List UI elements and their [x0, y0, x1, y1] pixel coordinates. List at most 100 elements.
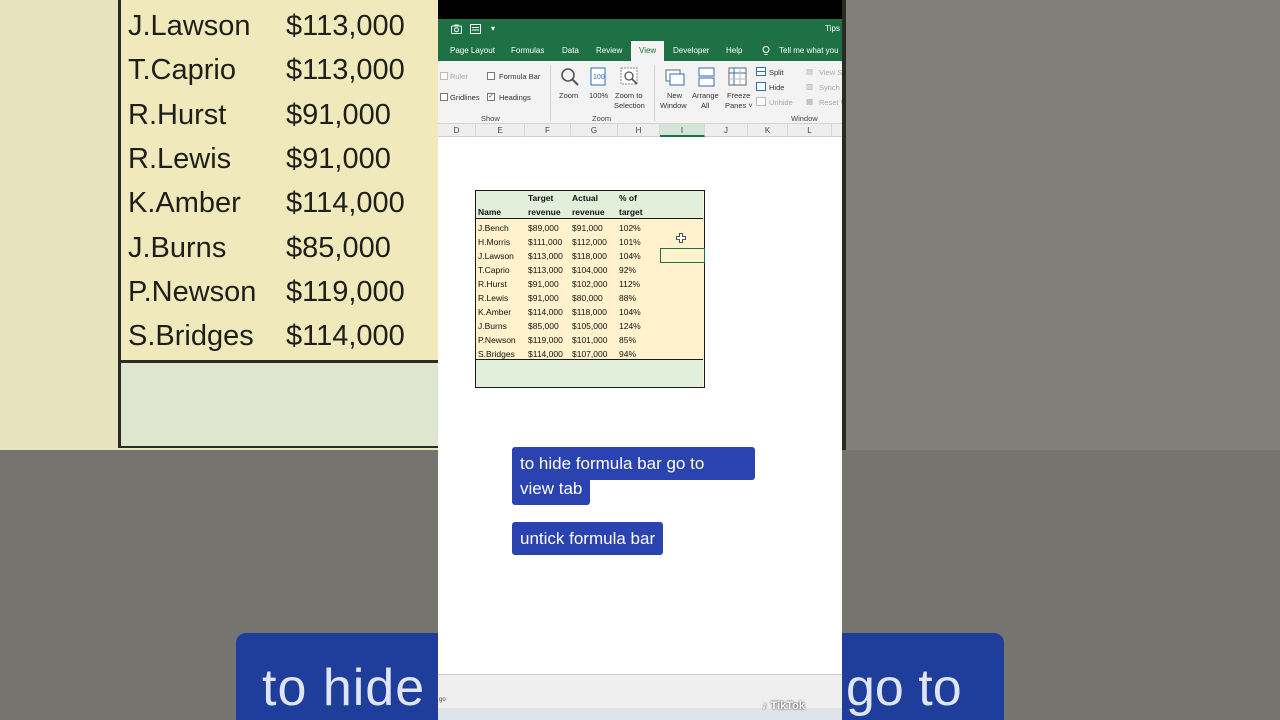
column-header-l[interactable]: L: [788, 124, 832, 137]
new-window-line2[interactable]: Window: [660, 101, 687, 110]
blurred-table-footer: [121, 360, 440, 446]
cell-target[interactable]: $85,000: [528, 319, 559, 333]
column-header-e[interactable]: E: [476, 124, 525, 137]
cell-name[interactable]: P.Newson: [478, 333, 516, 347]
cell-pct[interactable]: 85%: [619, 333, 636, 347]
freeze-panes-icon[interactable]: [728, 67, 748, 87]
cell-target[interactable]: $114,000: [528, 305, 563, 319]
cell-target[interactable]: $113,000: [528, 249, 563, 263]
status-text: go: [439, 697, 446, 703]
blurred-row-name: P.Newson: [128, 275, 257, 308]
cell-target[interactable]: $91,000: [528, 277, 559, 291]
headings-checkbox[interactable]: ✓: [487, 93, 495, 101]
column-header-k[interactable]: K: [748, 124, 788, 137]
tab-review[interactable]: Review: [596, 41, 622, 61]
tab-page-layout[interactable]: Page Layout: [450, 41, 495, 61]
cell-actual[interactable]: $101,000: [572, 333, 607, 347]
cell-name[interactable]: J.Burns: [478, 319, 507, 333]
split-button[interactable]: Split: [769, 68, 784, 77]
unhide-button[interactable]: Unhide: [769, 98, 793, 107]
cell-pct[interactable]: 112%: [619, 277, 640, 291]
zoom-to-selection-line1[interactable]: Zoom to: [615, 91, 643, 100]
cell-target[interactable]: $113,000: [528, 263, 563, 277]
tab-view[interactable]: View: [631, 41, 665, 61]
cell-pct[interactable]: 104%: [619, 305, 641, 319]
tab-developer[interactable]: Developer: [673, 41, 709, 61]
cell-pct[interactable]: 101%: [619, 235, 641, 249]
cell-actual[interactable]: $118,000: [572, 305, 607, 319]
tab-help[interactable]: Help: [726, 41, 742, 61]
cell-target[interactable]: $89,000: [528, 221, 559, 235]
cell-name[interactable]: T.Caprio: [478, 263, 510, 277]
cell-name[interactable]: K.Amber: [478, 305, 511, 319]
blurred-row-value: $91,000: [286, 142, 391, 175]
hide-button[interactable]: Hide: [769, 83, 784, 92]
customize-qat-icon[interactable]: ▾: [491, 24, 501, 34]
cell-target[interactable]: $119,000: [528, 333, 563, 347]
new-window-icon[interactable]: [665, 67, 685, 87]
blurred-row-value: $113,000: [286, 54, 405, 87]
zoom-magnifier-icon[interactable]: [560, 67, 580, 87]
freeze-panes-line2[interactable]: Panes ˅: [725, 101, 753, 110]
view-side-by-side-button[interactable]: View S: [819, 68, 842, 77]
cell-name[interactable]: R.Lewis: [478, 291, 508, 305]
cell-actual[interactable]: $80,000: [572, 291, 603, 305]
blurred-row: R.Hurst $91,000: [128, 99, 391, 132]
column-header-h[interactable]: H: [618, 124, 660, 137]
caption-line3: untick formula bar: [512, 522, 664, 555]
cell-actual[interactable]: $104,000: [572, 263, 607, 277]
view-side-by-side-icon: ▤: [806, 67, 814, 76]
selected-cell[interactable]: [660, 248, 705, 263]
cell-target[interactable]: $111,000: [528, 235, 562, 249]
blurred-row-name: R.Lewis: [128, 142, 232, 175]
cell-pct[interactable]: 124%: [619, 319, 641, 333]
cell-pct[interactable]: 102%: [619, 221, 641, 235]
column-header-g[interactable]: G: [571, 124, 618, 137]
ruler-checkbox[interactable]: [440, 72, 448, 80]
cell-actual[interactable]: $105,000: [572, 319, 607, 333]
freeze-panes-line1[interactable]: Freeze: [727, 91, 750, 100]
blurred-sheet-right: [840, 0, 1280, 450]
ribbon-tabs: Page Layout Formulas Data Review View De…: [438, 41, 842, 61]
cell-actual[interactable]: $102,000: [572, 277, 607, 291]
zoom-100-button[interactable]: 100%: [589, 91, 608, 100]
zoom-selection-icon[interactable]: [620, 67, 640, 87]
svg-text:100: 100: [593, 74, 605, 81]
column-header-j[interactable]: J: [705, 124, 748, 137]
cell-name[interactable]: R.Hurst: [478, 277, 507, 291]
cell-pct[interactable]: 88%: [619, 291, 636, 305]
cell-actual[interactable]: $112,000: [572, 235, 607, 249]
zoom-100-icon[interactable]: 100: [590, 67, 610, 87]
synchronous-scroll-button[interactable]: Synch: [819, 83, 840, 92]
column-header-d[interactable]: D: [438, 124, 476, 137]
tab-formulas[interactable]: Formulas: [511, 41, 544, 61]
unhide-icon: [756, 97, 766, 108]
cell-target[interactable]: $91,000: [528, 291, 559, 305]
zoom-button[interactable]: Zoom: [559, 91, 578, 100]
cell-cursor-icon: [676, 230, 686, 243]
tell-me-search[interactable]: Tell me what you: [779, 41, 839, 61]
worksheet[interactable]: Name Target revenue Actual revenue % of …: [438, 137, 842, 674]
formula-bar-checkbox[interactable]: [487, 72, 495, 80]
cell-name[interactable]: J.Lawson: [478, 249, 514, 263]
column-header-i[interactable]: I: [660, 124, 705, 137]
gridlines-checkbox[interactable]: [440, 93, 448, 101]
arrange-all-icon[interactable]: [697, 67, 717, 87]
reset-window-button[interactable]: Reset W: [819, 98, 842, 107]
form-icon[interactable]: [470, 24, 481, 34]
zoom-to-selection-line2[interactable]: Selection: [614, 101, 645, 110]
zoom-group-label: Zoom: [592, 114, 612, 123]
cell-pct[interactable]: 104%: [619, 249, 641, 263]
cell-name[interactable]: H.Morris: [478, 235, 510, 249]
column-header-f[interactable]: F: [525, 124, 571, 137]
arrange-all-line1[interactable]: Arrange: [692, 91, 719, 100]
new-window-line1[interactable]: New: [667, 91, 682, 100]
cell-actual[interactable]: $91,000: [572, 221, 603, 235]
arrange-all-line2[interactable]: All: [701, 101, 709, 110]
camera-icon[interactable]: [451, 24, 462, 34]
cell-actual[interactable]: $118,000: [572, 249, 607, 263]
cell-name[interactable]: J.Bench: [478, 221, 509, 235]
cell-pct[interactable]: 92%: [619, 263, 636, 277]
tab-data[interactable]: Data: [562, 41, 579, 61]
blurred-row-name: T.Caprio: [128, 54, 236, 87]
